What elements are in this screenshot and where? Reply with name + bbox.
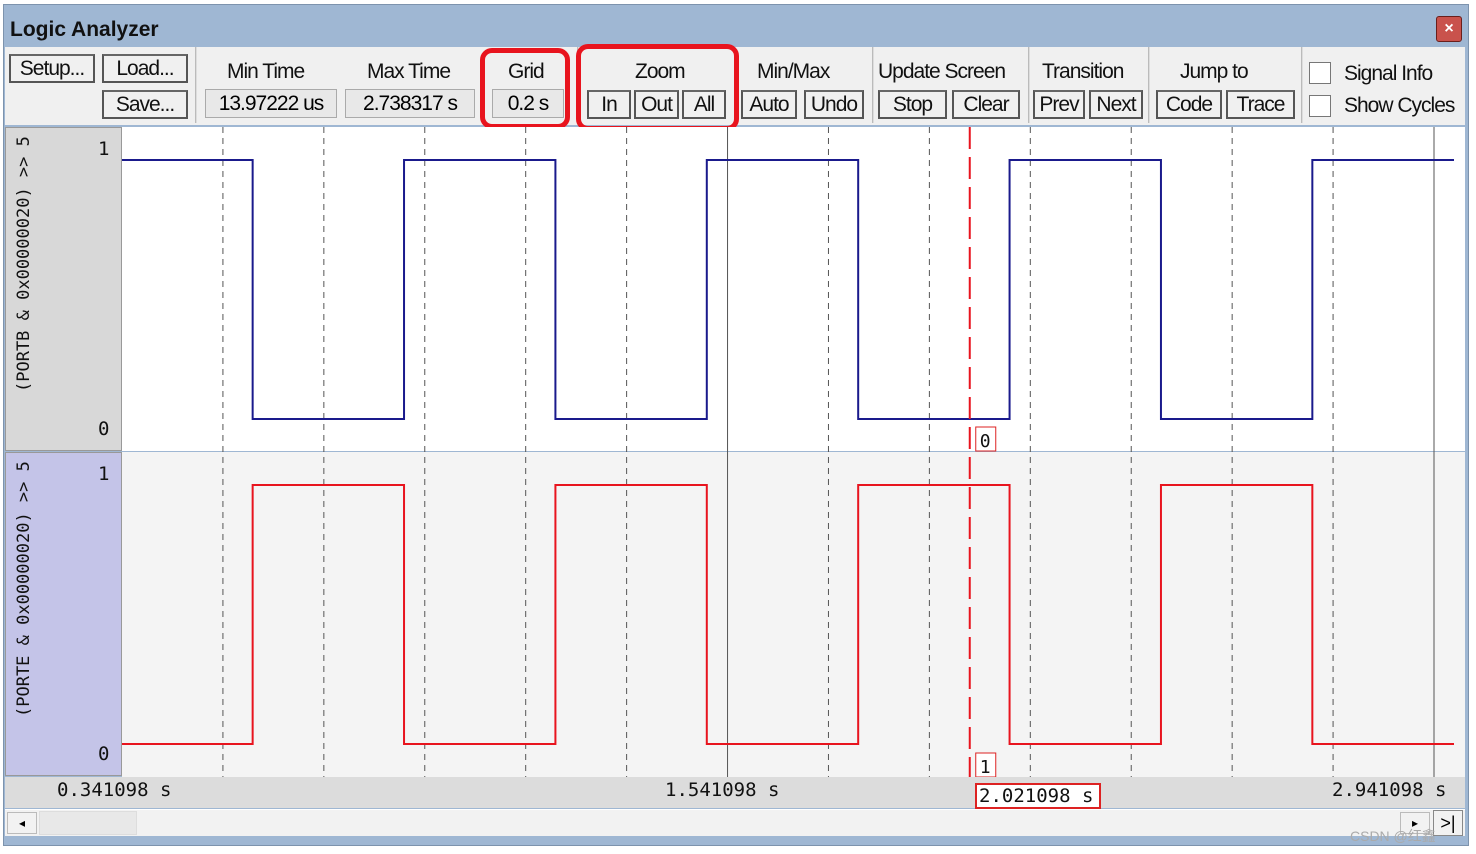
- max-time-label: Max Time: [367, 60, 451, 83]
- low-level-label: 0: [98, 743, 110, 765]
- jump-to-label: Jump to: [1180, 60, 1249, 83]
- max-time-value: 2.738317 s: [345, 89, 475, 118]
- high-level-label: 1: [98, 138, 110, 160]
- signal-name: (PORTE & 0x00000020) >> 5: [14, 461, 34, 717]
- minmax-undo-button[interactable]: Undo: [804, 90, 864, 119]
- save-button[interactable]: Save...: [102, 90, 188, 119]
- highlight-annotation: [480, 48, 570, 129]
- time-mid-label: 1.541098 s: [665, 779, 780, 801]
- signal-label-porte[interactable]: (PORTE & 0x00000020) >> 5 1 0: [5, 452, 122, 776]
- signal-info-label: Signal Info: [1344, 62, 1433, 85]
- separator: [195, 47, 197, 123]
- time-end-label: 2.941098 s: [1332, 779, 1447, 801]
- high-level-label: 1: [98, 463, 110, 485]
- signal-label-portb[interactable]: (PORTB & 0x00000020) >> 5 1 0: [5, 127, 122, 451]
- min-time-value: 13.97222 us: [205, 89, 337, 118]
- low-level-label: 0: [98, 418, 110, 440]
- stop-button[interactable]: Stop: [878, 90, 947, 119]
- load-button[interactable]: Load...: [102, 54, 188, 83]
- watermark: CSDN @红鑫: [1350, 828, 1436, 844]
- cursor-value-label: 0: [980, 431, 991, 452]
- jump-code-button[interactable]: Code: [1156, 90, 1222, 119]
- scroll-thumb[interactable]: [39, 811, 137, 835]
- scroll-left-arrow-icon[interactable]: ◂: [7, 812, 37, 834]
- scroll-to-end-button[interactable]: >|: [1433, 810, 1463, 836]
- time-axis: 0.341098 s 1.541098 s 2.021098 s 2.94109…: [5, 777, 1465, 809]
- show-cycles-label: Show Cycles: [1344, 94, 1455, 117]
- close-icon[interactable]: ×: [1436, 16, 1462, 42]
- next-transition-button[interactable]: Next: [1089, 90, 1143, 119]
- separator: [872, 47, 874, 123]
- signal-info-checkbox[interactable]: [1309, 62, 1331, 84]
- separator: [1301, 47, 1303, 123]
- update-screen-label: Update Screen: [878, 60, 1006, 83]
- jump-trace-button[interactable]: Trace: [1226, 90, 1295, 119]
- waveform-plot[interactable]: 01: [122, 127, 1465, 777]
- min-time-label: Min Time: [227, 60, 305, 83]
- separator: [1148, 47, 1150, 123]
- minmax-auto-button[interactable]: Auto: [741, 90, 797, 119]
- separator: [1028, 47, 1030, 123]
- time-start-label: 0.341098 s: [57, 779, 172, 801]
- cursor-time-label: 2.021098 s: [975, 783, 1102, 809]
- window-title: Logic Analyzer: [10, 18, 159, 41]
- highlight-annotation: [576, 44, 739, 131]
- horizontal-scrollbar[interactable]: ◂ ▸ >|: [5, 809, 1465, 836]
- prev-transition-button[interactable]: Prev: [1033, 90, 1085, 119]
- show-cycles-checkbox[interactable]: [1309, 95, 1331, 117]
- setup-button[interactable]: Setup...: [9, 54, 95, 83]
- clear-button[interactable]: Clear: [952, 90, 1020, 119]
- transition-label: Transition: [1042, 60, 1124, 83]
- signal-name: (PORTB & 0x00000020) >> 5: [14, 136, 34, 392]
- minmax-label: Min/Max: [757, 60, 830, 83]
- cursor-value-label: 1: [980, 757, 991, 777]
